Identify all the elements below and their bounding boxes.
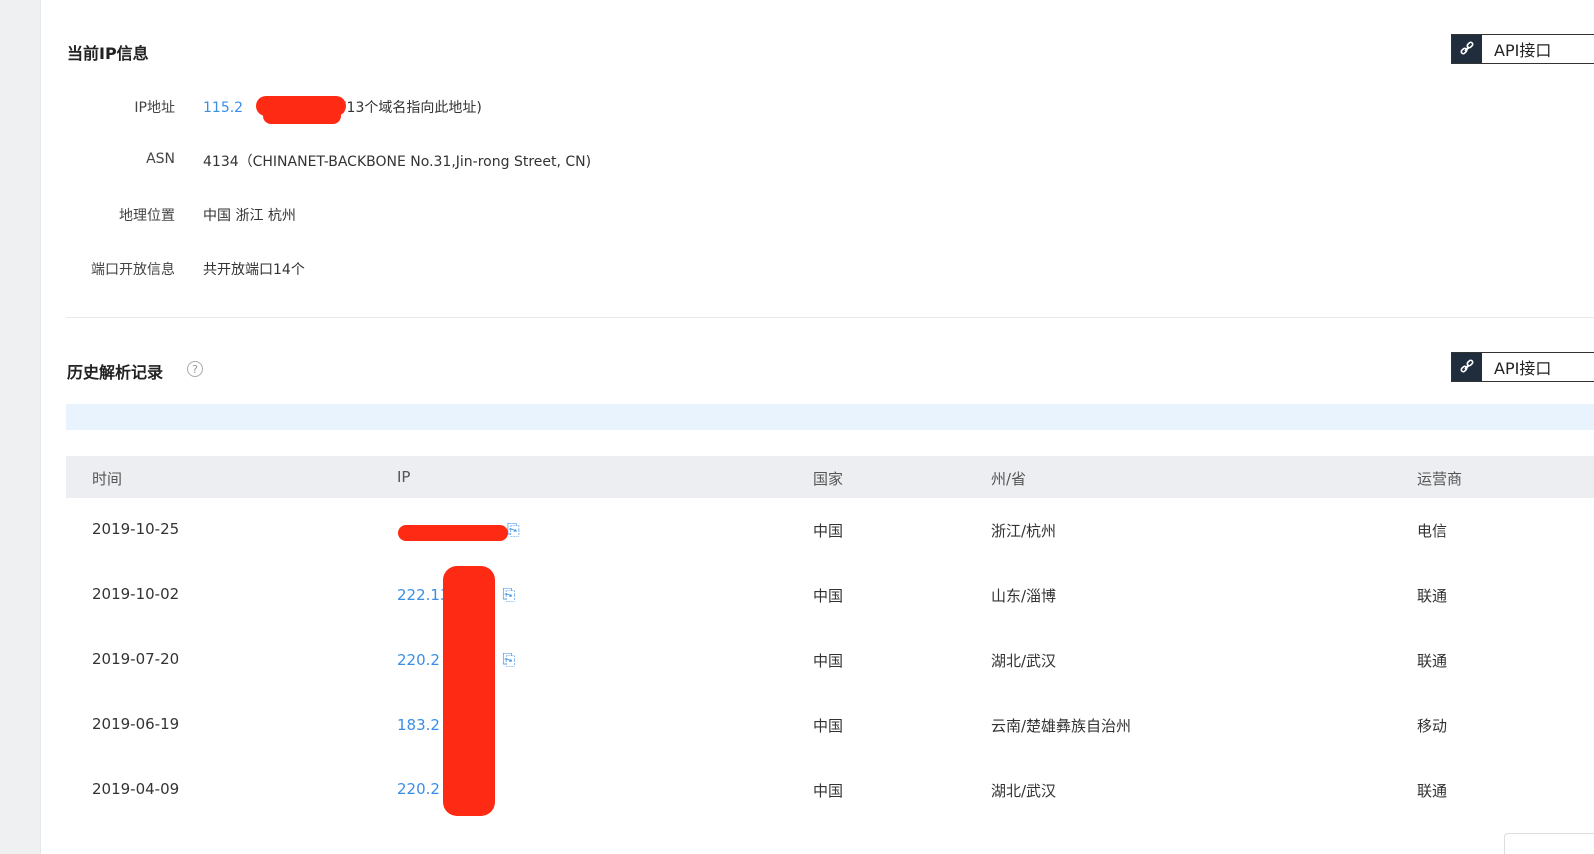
cell-country: 中国 xyxy=(813,587,844,605)
api-button-label: API接口 xyxy=(1494,359,1552,378)
cell-region: 湖北/武汉 xyxy=(991,652,1057,670)
info-row-location: 地理位置 中国 浙江 杭州 xyxy=(41,205,841,225)
column-header-country[interactable]: 国家 xyxy=(813,468,843,489)
cell-time: 2019-04-09 xyxy=(92,780,180,798)
question-circle-icon[interactable]: ? xyxy=(187,361,203,377)
section-divider xyxy=(66,317,1594,318)
api-button-label: API接口 xyxy=(1494,41,1552,60)
link-icon xyxy=(1452,35,1482,63)
info-row-ip: IP地址 115.2 (共有13个域名指向此地址) xyxy=(41,97,841,117)
table-row: 2019-06-19 183.2 2⎘ 中国 云南/楚雄彝族自治州 移动 xyxy=(66,693,1594,757)
main-panel: 当前IP信息 API接口 IP地址 115.2 (共有13个域名指向此地址) AS… xyxy=(40,0,1594,854)
ip-address-link[interactable]: 115.2 xyxy=(203,100,243,116)
column-header-isp[interactable]: 运营商 xyxy=(1417,468,1462,489)
cell-region: 云南/楚雄彝族自治州 xyxy=(991,717,1132,735)
cell-time: 2019-10-25 xyxy=(92,520,180,538)
location-label: 地理位置 xyxy=(119,208,175,224)
copy-icon[interactable]: ⎘ xyxy=(507,520,520,539)
cell-isp: 联通 xyxy=(1417,652,1448,670)
table-row: 2019-10-02 222.13 .84⎘ 中国 山东/淄博 联通 xyxy=(66,563,1594,627)
notice-bar xyxy=(66,404,1594,430)
cell-time: 2019-06-19 xyxy=(92,715,180,733)
cell-region: 湖北/武汉 xyxy=(991,782,1057,800)
scrollbar-corner xyxy=(1504,833,1594,854)
ip-address-label: IP地址 xyxy=(134,100,175,116)
column-header-ip[interactable]: IP xyxy=(397,468,410,486)
table-row: 2019-04-09 220.2 .153 中国 湖北/武汉 联通 xyxy=(66,758,1594,822)
asn-value: 4134（CHINANET-BACKBONE No.31,Jin-rong St… xyxy=(203,154,592,170)
cell-isp: 联通 xyxy=(1417,782,1448,800)
cell-isp: 电信 xyxy=(1417,522,1448,540)
column-header-time[interactable]: 时间 xyxy=(92,468,122,489)
cell-country: 中国 xyxy=(813,652,844,670)
cell-country: 中国 xyxy=(813,522,844,540)
redaction-mark xyxy=(398,525,508,541)
history-api-button[interactable]: API接口 xyxy=(1451,352,1594,382)
cell-time: 2019-10-02 xyxy=(92,585,180,603)
ports-label: 端口开放信息 xyxy=(91,262,175,278)
table-row: 2019-07-20 220.2 .153⎘ 中国 湖北/武汉 联通 xyxy=(66,628,1594,692)
copy-icon[interactable]: ⎘ xyxy=(502,585,515,604)
cell-country: 中国 xyxy=(813,717,844,735)
asn-label: ASN xyxy=(146,151,175,167)
table-header: 时间 IP 国家 州/省 运营商 xyxy=(66,456,1594,498)
info-row-asn: ASN 4134（CHINANET-BACKBONE No.31,Jin-ron… xyxy=(41,151,841,171)
history-title: 历史解析记录 xyxy=(67,363,164,382)
ip-info-title: 当前IP信息 xyxy=(67,44,149,63)
link-icon xyxy=(1452,353,1482,381)
ports-value: 共开放端口14个 xyxy=(203,262,305,278)
cell-region: 山东/淄博 xyxy=(991,587,1057,605)
location-value: 中国 浙江 杭州 xyxy=(203,208,296,224)
copy-icon[interactable]: ⎘ xyxy=(502,650,515,669)
ip-info-api-button[interactable]: API接口 xyxy=(1451,34,1594,64)
cell-isp: 移动 xyxy=(1417,717,1448,735)
cell-isp: 联通 xyxy=(1417,587,1448,605)
redaction-mark xyxy=(443,566,495,816)
cell-region: 浙江/杭州 xyxy=(991,522,1057,540)
cell-time: 2019-07-20 xyxy=(92,650,180,668)
table-row: 2019-10-25 ⎘ 中国 浙江/杭州 电信 xyxy=(66,498,1594,562)
cell-country: 中国 xyxy=(813,782,844,800)
info-row-ports: 端口开放信息 共开放端口14个 xyxy=(41,259,841,279)
column-header-region[interactable]: 州/省 xyxy=(991,468,1026,489)
redaction-mark xyxy=(263,108,341,124)
